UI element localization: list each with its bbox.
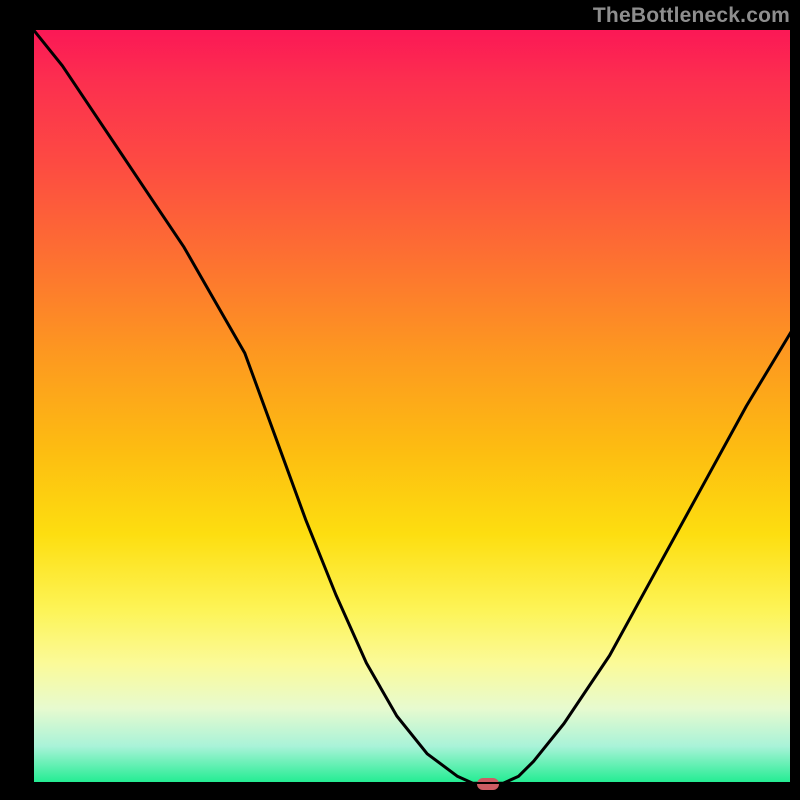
curve-path: [32, 28, 792, 783]
chart-stage: TheBottleneck.com: [0, 0, 800, 800]
curve-svg: [32, 28, 792, 784]
minimum-marker: [477, 778, 499, 790]
watermark-text: TheBottleneck.com: [593, 4, 790, 28]
